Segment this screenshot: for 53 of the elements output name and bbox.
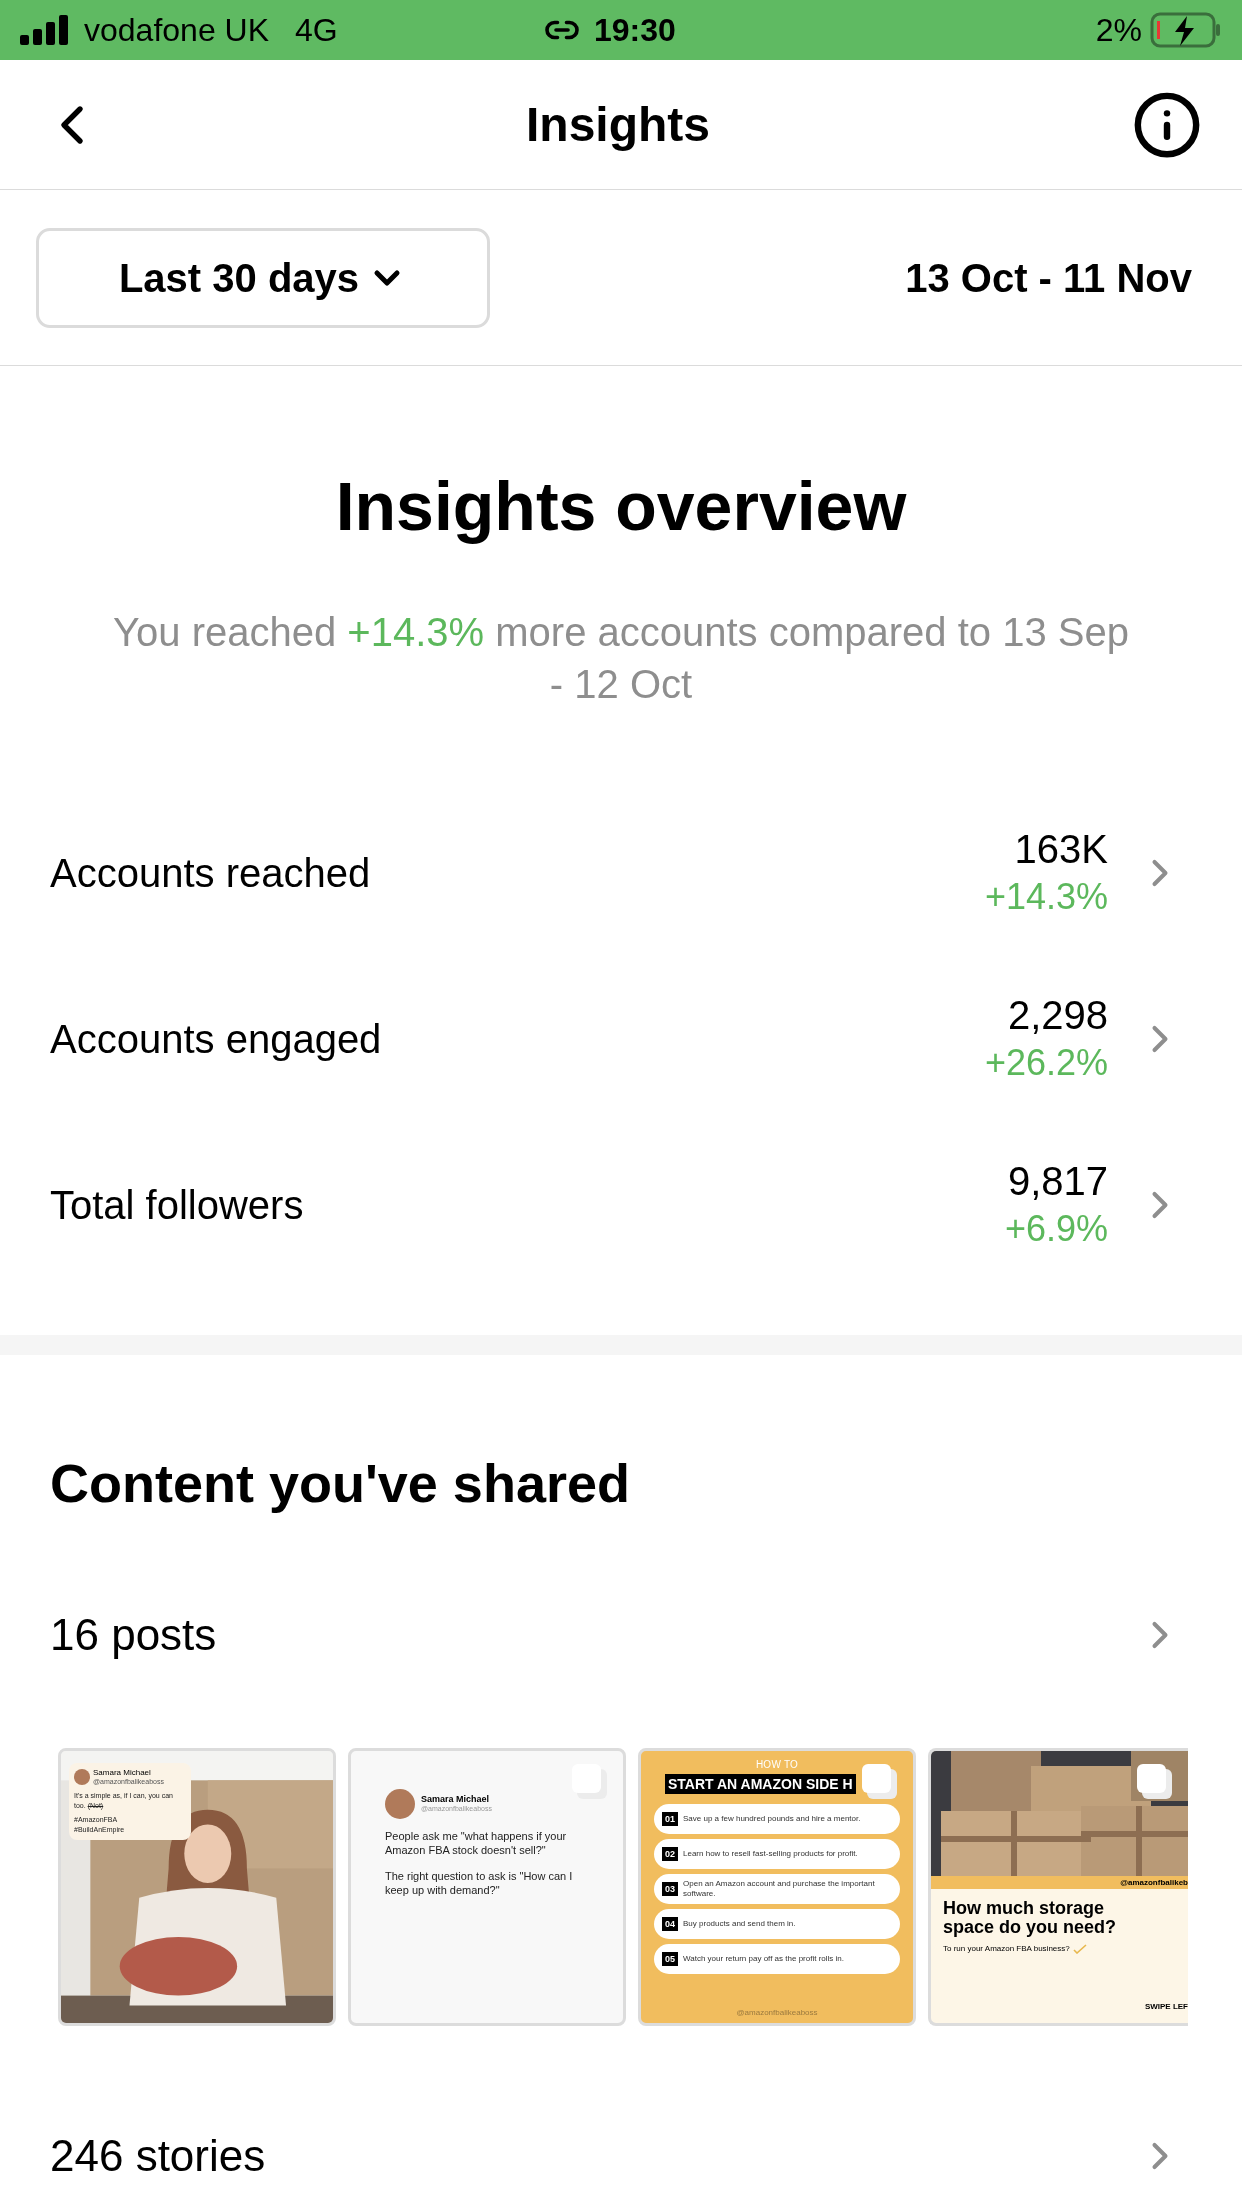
post-text: People ask me "what happens if your Amazon FBA stock doesn't sell?" xyxy=(385,1829,568,1857)
step-number: 02 xyxy=(662,1847,678,1861)
metric-change: +6.9% xyxy=(1004,1207,1108,1251)
post-thumbnail[interactable] xyxy=(638,1748,916,2026)
clock-time: 19:30 xyxy=(594,11,676,50)
metric-value: 163K xyxy=(1014,826,1108,873)
avatar xyxy=(385,1789,415,1819)
metric-change: +26.2% xyxy=(984,1041,1108,1085)
posts-count: 16 posts xyxy=(50,1609,217,1661)
metric-row[interactable]: Accounts reached 163K +14.3% xyxy=(0,790,1242,956)
post-subline: To run your Amazon FBA business? xyxy=(943,1943,1070,1955)
overview-summary: You reached +14.3% more accounts compared to 13 Sep - 12 Oct xyxy=(112,609,1130,708)
page-title: Insights xyxy=(526,96,710,153)
check-icon xyxy=(1072,1944,1087,1954)
step-number: 03 xyxy=(662,1882,678,1896)
post-handle: @amazonfbalikeaboss xyxy=(736,2007,818,2019)
network-type: 4G xyxy=(295,11,338,50)
period-dropdown[interactable]: Last 30 days xyxy=(36,227,490,328)
post-title: START AN AMAZON SIDE H xyxy=(665,1774,856,1794)
metric-value: 2,298 xyxy=(1007,992,1108,1039)
section-title: Content you've shared xyxy=(49,1452,631,1515)
charging-battery-icon xyxy=(1150,12,1222,48)
avatar xyxy=(74,1769,90,1786)
metric-change: +14.3% xyxy=(984,875,1108,919)
post-cta: SWIPE LEF xyxy=(1144,2001,1188,2013)
stories-count: 246 stories xyxy=(50,2130,266,2182)
metric-label: Accounts reached xyxy=(50,850,371,897)
post-headline: How much storage space do you need? xyxy=(943,1899,1118,1937)
stories-row[interactable]: 246 stories xyxy=(0,2116,1242,2196)
metric-row[interactable]: Accounts engaged 2,298 +26.2% xyxy=(0,956,1242,1122)
section-title: Insights overview xyxy=(334,467,908,546)
metric-row[interactable]: Total followers 9,817 +6.9% xyxy=(0,1122,1242,1288)
step-number: 04 xyxy=(662,1917,678,1931)
post-thumbnail[interactable]: @amazonfbalikeb How much storage space do you need? To run your Amazon FBA business? SWIPE LEF xyxy=(928,1748,1188,2026)
step-text: Learn how to resell fast-selling products for profit. xyxy=(683,1849,858,1859)
post-author: Samara Michael xyxy=(93,1768,152,1778)
post-text: The right question to ask is "How can I keep up with demand?" xyxy=(385,1869,574,1897)
step-text: Save up a few hundred pounds and hire a mentor. xyxy=(683,1814,861,1824)
post-handle: @amazonfbalikeb xyxy=(1120,1878,1188,1887)
post-kicker: HOW TO xyxy=(755,1758,799,1772)
carrier-name: vodafone UK xyxy=(84,11,269,50)
step-text: Watch your return pay off as the profit rolls in. xyxy=(683,1954,844,1964)
post-author: Samara Michael xyxy=(421,1794,491,1806)
date-range: 13 Oct - 11 Nov xyxy=(905,254,1192,302)
metric-value: 9,817 xyxy=(1007,1158,1108,1205)
metric-label: Total followers xyxy=(50,1182,304,1229)
metric-label: Accounts engaged xyxy=(50,1016,382,1063)
battery-percent: 2% xyxy=(1095,11,1142,50)
step-text: Buy products and send them in. xyxy=(683,1919,796,1929)
step-number: 05 xyxy=(662,1952,678,1966)
step-number: 01 xyxy=(662,1812,678,1826)
step-text: Open an Amazon account and purchase the important software. xyxy=(683,1879,876,1899)
posts-row[interactable]: 16 posts xyxy=(0,1595,1242,1675)
